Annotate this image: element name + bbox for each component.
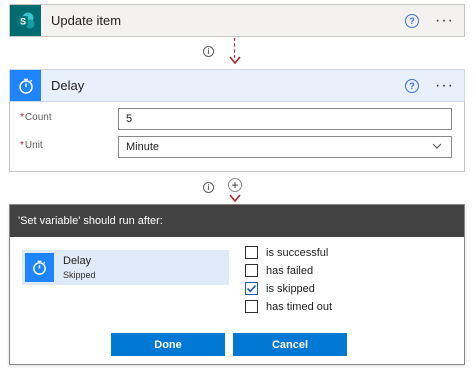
- has-timed-out-option[interactable]: has timed out: [245, 300, 332, 313]
- has-failed-option[interactable]: has failed: [245, 264, 313, 277]
- has-timed-out-checkbox[interactable]: [245, 300, 258, 313]
- is-skipped-option[interactable]: is skipped: [245, 282, 315, 295]
- plus-icon[interactable]: +: [228, 178, 242, 192]
- has-failed-checkbox[interactable]: [245, 264, 258, 277]
- more-icon[interactable]: ···: [435, 12, 454, 28]
- unit-label: *Unit: [20, 140, 43, 151]
- is-successful-label: is successful: [266, 246, 329, 259]
- dialog-title: 'Set variable' should run after:: [10, 205, 464, 237]
- timer-icon: [10, 70, 41, 101]
- info-icon[interactable]: i: [203, 182, 214, 193]
- delay-card-body: *Count 5 *Unit Minute: [9, 102, 465, 172]
- action-status: Skipped: [63, 270, 96, 280]
- is-skipped-label: is skipped: [266, 282, 315, 295]
- is-successful-checkbox[interactable]: [245, 246, 258, 259]
- arrow-down-icon: [229, 194, 241, 203]
- unit-select[interactable]: Minute: [118, 136, 452, 158]
- count-value: 5: [126, 113, 133, 125]
- info-icon[interactable]: i: [203, 46, 214, 57]
- cancel-button[interactable]: Cancel: [233, 333, 347, 356]
- timer-icon: [25, 253, 54, 282]
- count-label: *Count: [20, 112, 52, 123]
- help-icon[interactable]: ?: [405, 78, 420, 93]
- more-icon[interactable]: ···: [435, 77, 454, 93]
- count-input[interactable]: 5: [118, 108, 452, 130]
- update-item-title: Update item: [51, 13, 122, 28]
- run-after-dialog: 'Set variable' should run after: Delay S…: [9, 204, 465, 365]
- is-skipped-checkbox[interactable]: [245, 282, 258, 295]
- has-timed-out-label: has timed out: [266, 300, 333, 313]
- done-button[interactable]: Done: [111, 333, 225, 356]
- connector-line: [234, 38, 235, 58]
- delay-action-tile[interactable]: Delay Skipped: [22, 250, 229, 285]
- help-icon[interactable]: ?: [405, 13, 420, 28]
- chevron-down-icon: [432, 143, 442, 149]
- unit-value: Minute: [126, 141, 160, 153]
- has-failed-label: has failed: [266, 264, 314, 277]
- delay-card-header[interactable]: Delay ? ···: [9, 69, 465, 102]
- update-item-card[interactable]: S Update item ? ···: [9, 4, 465, 37]
- svg-text:S: S: [19, 16, 25, 26]
- delay-title: Delay: [51, 78, 85, 93]
- is-successful-option[interactable]: is successful: [245, 246, 328, 259]
- arrow-down-icon: [229, 56, 241, 65]
- sharepoint-icon: S: [10, 5, 41, 36]
- check-icon: [246, 284, 257, 293]
- action-name: Delay: [63, 255, 92, 267]
